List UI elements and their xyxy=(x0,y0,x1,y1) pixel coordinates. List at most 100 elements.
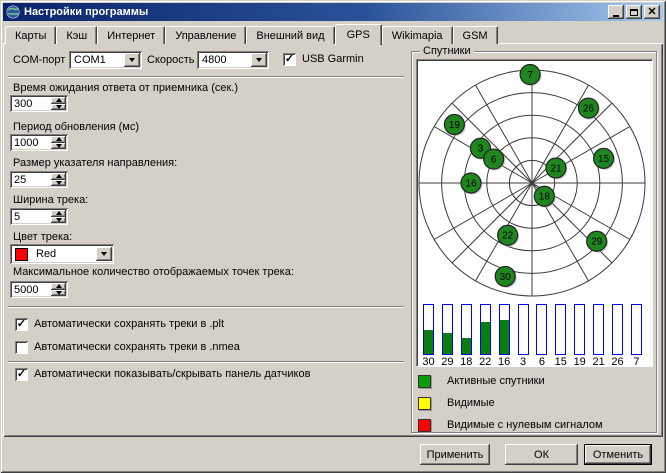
auto-checkbox-0[interactable]: ✓ Автоматически сохранять треки в .plt xyxy=(15,317,224,331)
tab-label: Wikimapia xyxy=(392,30,443,42)
svg-text:3: 3 xyxy=(478,144,484,155)
apply-button[interactable]: Применить xyxy=(420,444,490,465)
signal-bar-19 xyxy=(574,304,585,355)
tab-gps[interactable]: GPS xyxy=(335,24,382,45)
com-port-combo[interactable]: COM1 xyxy=(69,51,142,69)
signal-bar-label: 26 xyxy=(608,356,628,368)
spinner-value: 1000 xyxy=(10,137,51,149)
checkbox-label: Автоматически показывать/скрывать панель… xyxy=(34,368,310,380)
checkbox-box[interactable]: ✓ xyxy=(15,368,28,381)
signal-bar-fill xyxy=(424,330,433,354)
legend-swatch xyxy=(418,419,431,432)
field-label: Размер указателя направления: xyxy=(13,157,177,169)
field-spinner[interactable]: 25 xyxy=(10,171,68,188)
signal-bar-label: 18 xyxy=(456,356,476,368)
field-label: Цвет трека: xyxy=(13,231,72,243)
spinner-buttons xyxy=(51,210,66,223)
satellites-groupbox: Спутники 726193615211618222930 302918221… xyxy=(411,51,657,433)
svg-text:19: 19 xyxy=(449,120,461,131)
tab-wikimapia[interactable]: Wikimapia xyxy=(382,26,453,44)
signal-bar-label: 21 xyxy=(589,356,609,368)
field-spinner[interactable]: 300 xyxy=(10,95,68,112)
spin-down-button[interactable] xyxy=(51,290,66,297)
signal-bar-30 xyxy=(423,304,434,355)
maximize-button[interactable] xyxy=(626,5,642,19)
chevron-up-icon xyxy=(56,211,62,215)
svg-text:21: 21 xyxy=(550,164,562,175)
signal-bar-fill xyxy=(500,320,509,354)
ok-button[interactable]: ОК xyxy=(505,444,578,465)
field-spinner[interactable]: 1000 xyxy=(10,134,68,151)
signal-bar-21 xyxy=(593,304,604,355)
com-port-dropdown-button[interactable] xyxy=(124,53,140,67)
svg-text:29: 29 xyxy=(591,237,603,248)
close-button[interactable]: ✕ xyxy=(644,5,660,19)
chevron-down-icon xyxy=(56,291,62,295)
gps-tab-page: COM-порт COM1 Скорость 4800 ✓ USB Garmin… xyxy=(3,43,663,437)
field-spinner[interactable]: 5 xyxy=(10,208,68,225)
signal-bar-fill xyxy=(443,333,452,354)
legend-row-2: Видимые с нулевым сигналом xyxy=(418,417,603,433)
track-color-dropdown-button[interactable] xyxy=(96,247,112,261)
spinner-buttons xyxy=(51,136,66,149)
checkbox-label: Автоматически сохранять треки в .plt xyxy=(34,318,224,330)
minimize-icon xyxy=(613,15,619,17)
usb-garmin-checkbox[interactable]: ✓ USB Garmin xyxy=(283,52,364,66)
chevron-up-icon xyxy=(56,137,62,141)
signal-bar-16 xyxy=(499,304,510,355)
spin-down-button[interactable] xyxy=(51,143,66,150)
tab-карты[interactable]: Карты xyxy=(5,26,56,44)
signal-bar-6 xyxy=(536,304,547,355)
button-bar: Применить ОК Отменить xyxy=(0,437,666,470)
track-color-swatch xyxy=(15,248,28,261)
tab-интернет[interactable]: Интернет xyxy=(97,26,165,44)
maximize-icon xyxy=(630,9,638,16)
tab-внешний вид[interactable]: Внешний вид xyxy=(246,26,334,44)
track-color-value: Red xyxy=(36,248,96,260)
signal-bar-15 xyxy=(555,304,566,355)
tab-label: Управление xyxy=(175,30,236,42)
legend-row-1: Видимые xyxy=(418,395,495,411)
spinner-buttons xyxy=(51,283,66,296)
svg-text:22: 22 xyxy=(502,231,514,242)
checkbox-label: Автоматически сохранять треки в .nmea xyxy=(34,341,240,353)
usb-garmin-checkbox-box[interactable]: ✓ xyxy=(283,53,296,66)
button-label: Отменить xyxy=(593,449,643,461)
checkbox-box[interactable] xyxy=(15,341,28,354)
signal-bar-label: 3 xyxy=(513,356,533,368)
tab-управление[interactable]: Управление xyxy=(165,26,246,44)
speed-combo[interactable]: 4800 xyxy=(197,51,269,69)
spin-down-button[interactable] xyxy=(51,104,66,111)
signal-bar-18 xyxy=(461,304,472,355)
chevron-down-icon xyxy=(56,181,62,185)
legend-swatch xyxy=(418,397,431,410)
com-port-label: COM-порт xyxy=(13,54,65,66)
tab-label: Кэш xyxy=(66,30,87,42)
title-bar[interactable]: Настройки программы ✕ xyxy=(3,3,663,21)
tab-label: Карты xyxy=(15,30,46,42)
tab-кэш[interactable]: Кэш xyxy=(56,26,97,44)
tab-strip: Карты Кэш Интернет Управление Внешний видGPS… xyxy=(5,23,498,44)
legend-label: Видимые с нулевым сигналом xyxy=(447,419,603,431)
speed-dropdown-button[interactable] xyxy=(251,53,267,67)
signal-bar-fill xyxy=(462,338,471,354)
field-spinner[interactable]: 5000 xyxy=(10,281,68,298)
signal-bar-label: 16 xyxy=(494,356,514,368)
spin-down-button[interactable] xyxy=(51,180,66,187)
auto-checkbox-2[interactable]: ✓ Автоматически показывать/скрывать панел… xyxy=(15,367,310,381)
legend-label: Видимые xyxy=(447,397,495,409)
signal-bar-label: 29 xyxy=(437,356,457,368)
spin-down-button[interactable] xyxy=(51,217,66,224)
signal-bar-label: 19 xyxy=(570,356,590,368)
speed-value: 4800 xyxy=(197,54,251,66)
spinner-value: 25 xyxy=(10,174,51,186)
chevron-down-icon xyxy=(56,144,62,148)
signal-bar-label: 7 xyxy=(626,356,646,368)
tab-gsm[interactable]: GSM xyxy=(453,26,498,44)
minimize-button[interactable] xyxy=(608,5,624,19)
chevron-up-icon xyxy=(56,174,62,178)
auto-checkbox-1[interactable]: Автоматически сохранять треки в .nmea xyxy=(15,340,240,354)
track-color-combo[interactable]: Red xyxy=(10,244,114,264)
checkbox-box[interactable]: ✓ xyxy=(15,318,28,331)
cancel-button[interactable]: Отменить xyxy=(584,444,652,465)
